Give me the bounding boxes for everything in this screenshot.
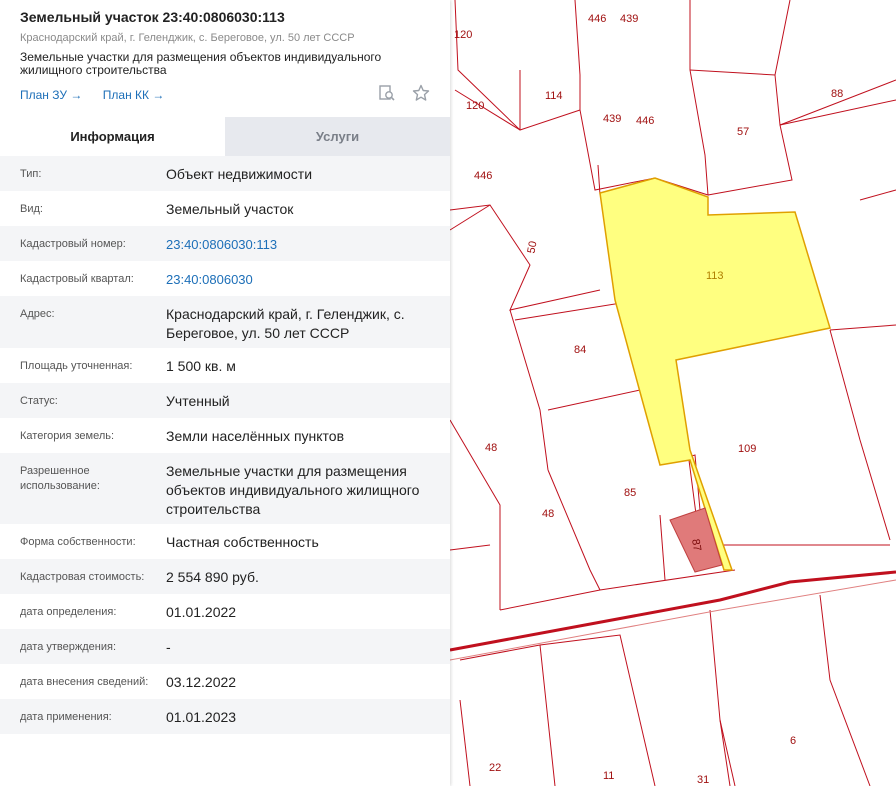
parcel-label: 88 — [831, 88, 843, 100]
parcel-label: 439 — [620, 13, 638, 25]
parcel-label: 84 — [574, 344, 586, 356]
detail-row-type: Тип: Объект недвижимости — [0, 156, 450, 191]
tab-info[interactable]: Информация — [0, 117, 225, 156]
parcel-label: 22 — [489, 762, 501, 774]
cadastral-number-link[interactable]: 23:40:0806030:113 — [166, 235, 430, 261]
star-icon[interactable] — [412, 84, 430, 107]
object-description: Земельные участки для размещения объекто… — [20, 50, 382, 77]
detail-label: Категория земель: — [20, 430, 115, 442]
detail-label: Форма собственности: — [20, 536, 136, 548]
detail-row-determination-date: дата определения: 01.01.2022 — [0, 594, 450, 629]
parcel-label: 11 — [603, 770, 614, 782]
parcel-label: 439 — [603, 113, 621, 125]
detail-label: Кадастровая стоимость: — [20, 571, 145, 583]
parcel-label: 109 — [738, 443, 756, 455]
parcel-label: 446 — [474, 170, 492, 182]
detail-row-entry-date: дата внесения сведений: 03.12.2022 — [0, 664, 450, 699]
detail-row-address: Адрес: Краснодарский край, г. Геленджик,… — [0, 296, 450, 348]
detail-value: 01.01.2023 — [166, 709, 237, 725]
detail-label: дата определения: — [20, 606, 117, 618]
detail-value: Частная собственность — [166, 534, 319, 550]
detail-row-kind: Вид: Земельный участок — [0, 191, 450, 226]
detail-label: Статус: — [20, 395, 58, 407]
detail-row-area: Площадь уточненная: 1 500 кв. м — [0, 348, 450, 383]
parcel-label: 446 — [636, 115, 654, 127]
parcel-label: 113 — [706, 270, 724, 282]
detail-row-approval-date: дата утверждения: - — [0, 629, 450, 664]
parcel-label: 57 — [737, 126, 749, 138]
detail-label: дата внесения сведений: — [20, 676, 149, 688]
detail-label: Площадь уточненная: — [20, 360, 133, 372]
detail-row-cadastral-quarter: Кадастровый квартал: 23:40:0806030 — [0, 261, 450, 296]
detail-row-ownership: Форма собственности: Частная собственнос… — [0, 524, 450, 559]
detail-value: 2 554 890 руб. — [166, 569, 259, 585]
parcel-label: 31 — [697, 774, 709, 786]
object-title: Земельный участок 23:40:0806030:113 — [20, 9, 285, 25]
detail-value: Объект недвижимости — [166, 166, 313, 182]
detail-row-application-date: дата применения: 01.01.2023 — [0, 699, 450, 734]
detail-row-status: Статус: Учтенный — [0, 383, 450, 418]
detail-label: Тип: — [20, 168, 42, 180]
detail-label: Вид: — [20, 203, 43, 215]
plan-zu-link[interactable]: План ЗУ → — [20, 88, 82, 102]
detail-value: 03.12.2022 — [166, 674, 237, 690]
parcel-label: 50 — [526, 240, 540, 254]
parcel-label: 120 — [454, 29, 472, 41]
detail-value: Учтенный — [166, 393, 230, 409]
info-panel: Земельный участок 23:40:0806030:113 Крас… — [0, 0, 450, 786]
detail-label: Кадастровый квартал: — [20, 273, 134, 285]
panel-tabs: Информация Услуги — [0, 117, 450, 156]
search-document-icon[interactable] — [378, 84, 396, 107]
detail-label: Разрешенное использование: — [20, 465, 100, 492]
detail-label: дата применения: — [20, 711, 112, 723]
detail-value: - — [166, 639, 171, 655]
details-list: Тип: Объект недвижимости Вид: Земельный … — [0, 156, 450, 734]
detail-label: Кадастровый номер: — [20, 238, 126, 250]
parcel-label: 114 — [545, 90, 563, 102]
detail-row-permitted-use: Разрешенное использование: Земельные уча… — [0, 453, 450, 524]
panel-header: Земельный участок 23:40:0806030:113 Крас… — [0, 0, 450, 106]
parcel-label: 48 — [485, 442, 497, 454]
detail-row-cadastral-cost: Кадастровая стоимость: 2 554 890 руб. — [0, 559, 450, 594]
parcel-label: 48 — [542, 508, 554, 520]
detail-label: дата утверждения: — [20, 641, 117, 653]
detail-value: Земельные участки для размещения объекто… — [166, 463, 420, 517]
detail-value: Краснодарский край, г. Геленджик, с. Бер… — [166, 306, 405, 341]
detail-value: 1 500 кв. м — [166, 358, 236, 374]
parcel-label: 6 — [790, 735, 796, 747]
detail-value: Земли населённых пунктов — [166, 428, 345, 444]
detail-row-land-category: Категория земель: Земли населённых пункт… — [0, 418, 450, 453]
header-actions — [366, 84, 430, 107]
detail-value: Земельный участок — [166, 201, 294, 217]
plan-links: План ЗУ → План КК → — [20, 84, 430, 102]
tab-services[interactable]: Услуги — [225, 117, 450, 156]
parcel-label: 120 — [466, 100, 484, 112]
object-address: Краснодарский край, г. Геленджик, с. Бер… — [20, 32, 355, 44]
parcel-label: 446 — [588, 13, 606, 25]
cadastral-quarter-link[interactable]: 23:40:0806030 — [166, 270, 430, 296]
detail-label: Адрес: — [20, 308, 55, 320]
plan-kk-link[interactable]: План КК → — [103, 88, 165, 102]
detail-row-cadastral-number: Кадастровый номер: 23:40:0806030:113 — [0, 226, 450, 261]
parcel-label: 85 — [624, 487, 636, 499]
parcel-label: 87 — [689, 538, 703, 552]
detail-value: 01.01.2022 — [166, 604, 237, 620]
